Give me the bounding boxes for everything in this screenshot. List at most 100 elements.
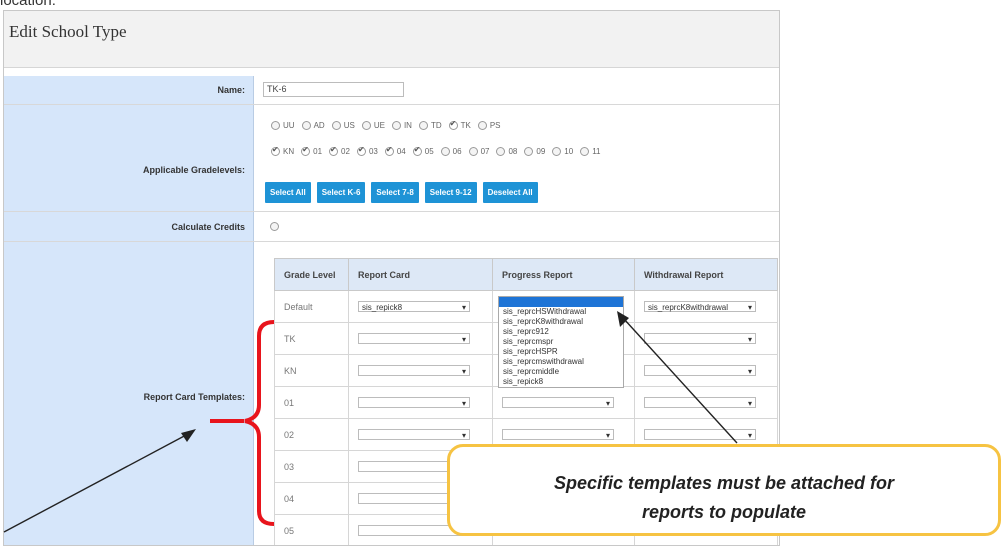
dropdown-option[interactable]: sis_reprcmspr [499, 337, 623, 347]
gradelevel-checkbox[interactable] [362, 121, 371, 130]
name-input[interactable]: TK-6 [263, 82, 404, 97]
progress-report-dropdown-list[interactable]: sis_reprcHSWithdrawalsis_reprcK8withdraw… [498, 296, 624, 388]
withdrawal-template-select[interactable] [644, 397, 756, 408]
column-header: Grade Level [275, 259, 349, 291]
grade-level-cell: TK [275, 323, 349, 355]
gradelevel-checkboxes-row2: KN 01 02 03 04 05 06 07 08 09 10 11 [271, 147, 608, 156]
report-template-select[interactable] [358, 397, 470, 408]
gradelevel-checkbox[interactable] [271, 121, 280, 130]
calculate-credits-radio[interactable] [270, 222, 279, 231]
table-row: 01 [275, 387, 778, 419]
gradelevel-code: US [344, 121, 355, 130]
dropdown-option[interactable]: sis_reprcK8withdrawal [499, 317, 623, 327]
gradelevel-option-TD[interactable]: TD [419, 121, 442, 130]
gradelevel-checkbox[interactable] [271, 147, 280, 156]
gradelevel-code: 03 [369, 147, 378, 156]
gradelevel-checkboxes-row1: UU AD US UE IN TD TK PS [271, 121, 508, 130]
gradelevel-option-03[interactable]: 03 [357, 147, 378, 156]
gradelevel-option-11[interactable]: 11 [580, 147, 600, 156]
grade-level-cell: 02 [275, 419, 349, 451]
dropdown-option[interactable]: sis_reprcHSPR [499, 347, 623, 357]
gradelevel-option-06[interactable]: 06 [441, 147, 462, 156]
gradelevel-option-PS[interactable]: PS [478, 121, 501, 130]
report-template-select[interactable] [358, 429, 470, 440]
grade-level-cell: Default [275, 291, 349, 323]
gradelevel-code: 09 [536, 147, 545, 156]
gradelevel-code: AD [314, 121, 325, 130]
gradelevels-label: Applicable Gradelevels: [143, 165, 245, 175]
gradelevel-checkbox[interactable] [552, 147, 561, 156]
gradelevel-checkbox[interactable] [419, 121, 428, 130]
gradelevel-option-US[interactable]: US [332, 121, 355, 130]
credits-row: Calculate Credits [4, 212, 779, 242]
gradelevel-checkbox[interactable] [449, 121, 458, 130]
grade-level-cell: 01 [275, 387, 349, 419]
withdrawal-template-select[interactable] [644, 429, 756, 440]
gradelevel-option-TK[interactable]: TK [449, 121, 471, 130]
dropdown-option[interactable]: sis_reprcHSWithdrawal [499, 307, 623, 317]
withdrawal-template-select[interactable] [644, 333, 756, 344]
gradelevel-checkbox[interactable] [496, 147, 505, 156]
gradelevel-option-UE[interactable]: UE [362, 121, 385, 130]
report-template-select[interactable]: sis_repick8 [358, 301, 470, 312]
gradelevel-option-IN[interactable]: IN [392, 121, 412, 130]
gradelevel-option-09[interactable]: 09 [524, 147, 545, 156]
gradelevel-option-01[interactable]: 01 [301, 147, 322, 156]
dropdown-option[interactable]: sis_repick8 [499, 377, 623, 387]
credits-label-cell: Calculate Credits [4, 212, 254, 241]
select-all-button[interactable]: Select All [265, 182, 311, 203]
progress-template-select[interactable] [502, 429, 614, 440]
gradelevel-option-10[interactable]: 10 [552, 147, 573, 156]
select-7-8-button[interactable]: Select 7-8 [371, 182, 418, 203]
gradelevel-checkbox[interactable] [413, 147, 422, 156]
gradelevel-code: 01 [313, 147, 322, 156]
dropdown-option[interactable]: sis_reprcmswithdrawal [499, 357, 623, 367]
withdrawal-cell [635, 355, 778, 387]
withdrawal-template-select[interactable]: sis_reprcK8withdrawal [644, 301, 756, 312]
grade-select-buttons: Select All Select K-6Select 7-8 Select 9-1… [265, 182, 544, 203]
gradelevel-option-05[interactable]: 05 [413, 147, 434, 156]
select-k-6-button[interactable]: Select K-6 [317, 182, 366, 203]
gradelevel-checkbox[interactable] [301, 147, 310, 156]
gradelevel-option-UU[interactable]: UU [271, 121, 295, 130]
gradelevel-checkbox[interactable] [385, 147, 394, 156]
panel-header: Edit School Type [4, 11, 779, 68]
gradelevel-checkbox[interactable] [332, 121, 341, 130]
gradelevel-code: IN [404, 121, 412, 130]
name-label-cell: Name: [4, 76, 254, 104]
gradelevel-checkbox[interactable] [302, 121, 311, 130]
dropdown-option[interactable]: sis_reprc912 [499, 327, 623, 337]
report-cell [349, 387, 493, 419]
grade-level-cell: 03 [275, 451, 349, 483]
gradelevel-option-KN[interactable]: KN [271, 147, 294, 156]
report-template-select[interactable] [358, 333, 470, 344]
gradelevel-option-08[interactable]: 08 [496, 147, 517, 156]
select-9-12-button[interactable]: Select 9-12 [425, 182, 477, 203]
gradelevel-checkbox[interactable] [329, 147, 338, 156]
name-label: Name: [217, 85, 245, 95]
gradelevel-code: PS [490, 121, 501, 130]
gradelevel-checkbox[interactable] [580, 147, 589, 156]
gradelevel-option-02[interactable]: 02 [329, 147, 350, 156]
gradelevel-checkbox[interactable] [469, 147, 478, 156]
gradelevel-checkbox[interactable] [441, 147, 450, 156]
gradelevel-option-04[interactable]: 04 [385, 147, 406, 156]
gradelevel-checkbox[interactable] [524, 147, 533, 156]
callout-box: Specific templates must be attached for … [447, 444, 1001, 536]
gradelevel-option-07[interactable]: 07 [469, 147, 490, 156]
progress-template-select[interactable] [502, 397, 614, 408]
gradelevel-code: 06 [453, 147, 462, 156]
deselect-all-button[interactable]: Deselect All [483, 182, 538, 203]
gradelevel-checkbox[interactable] [392, 121, 401, 130]
templates-label: Report Card Templates: [144, 392, 245, 402]
report-template-select[interactable] [358, 365, 470, 376]
gradelevel-checkbox[interactable] [478, 121, 487, 130]
dropdown-option[interactable]: sis_reprcmiddle [499, 367, 623, 377]
gradelevel-code: 05 [425, 147, 434, 156]
withdrawal-cell [635, 323, 778, 355]
dropdown-highlighted-option[interactable] [499, 297, 623, 307]
column-header: Progress Report [493, 259, 635, 291]
gradelevel-option-AD[interactable]: AD [302, 121, 325, 130]
withdrawal-template-select[interactable] [644, 365, 756, 376]
gradelevel-checkbox[interactable] [357, 147, 366, 156]
